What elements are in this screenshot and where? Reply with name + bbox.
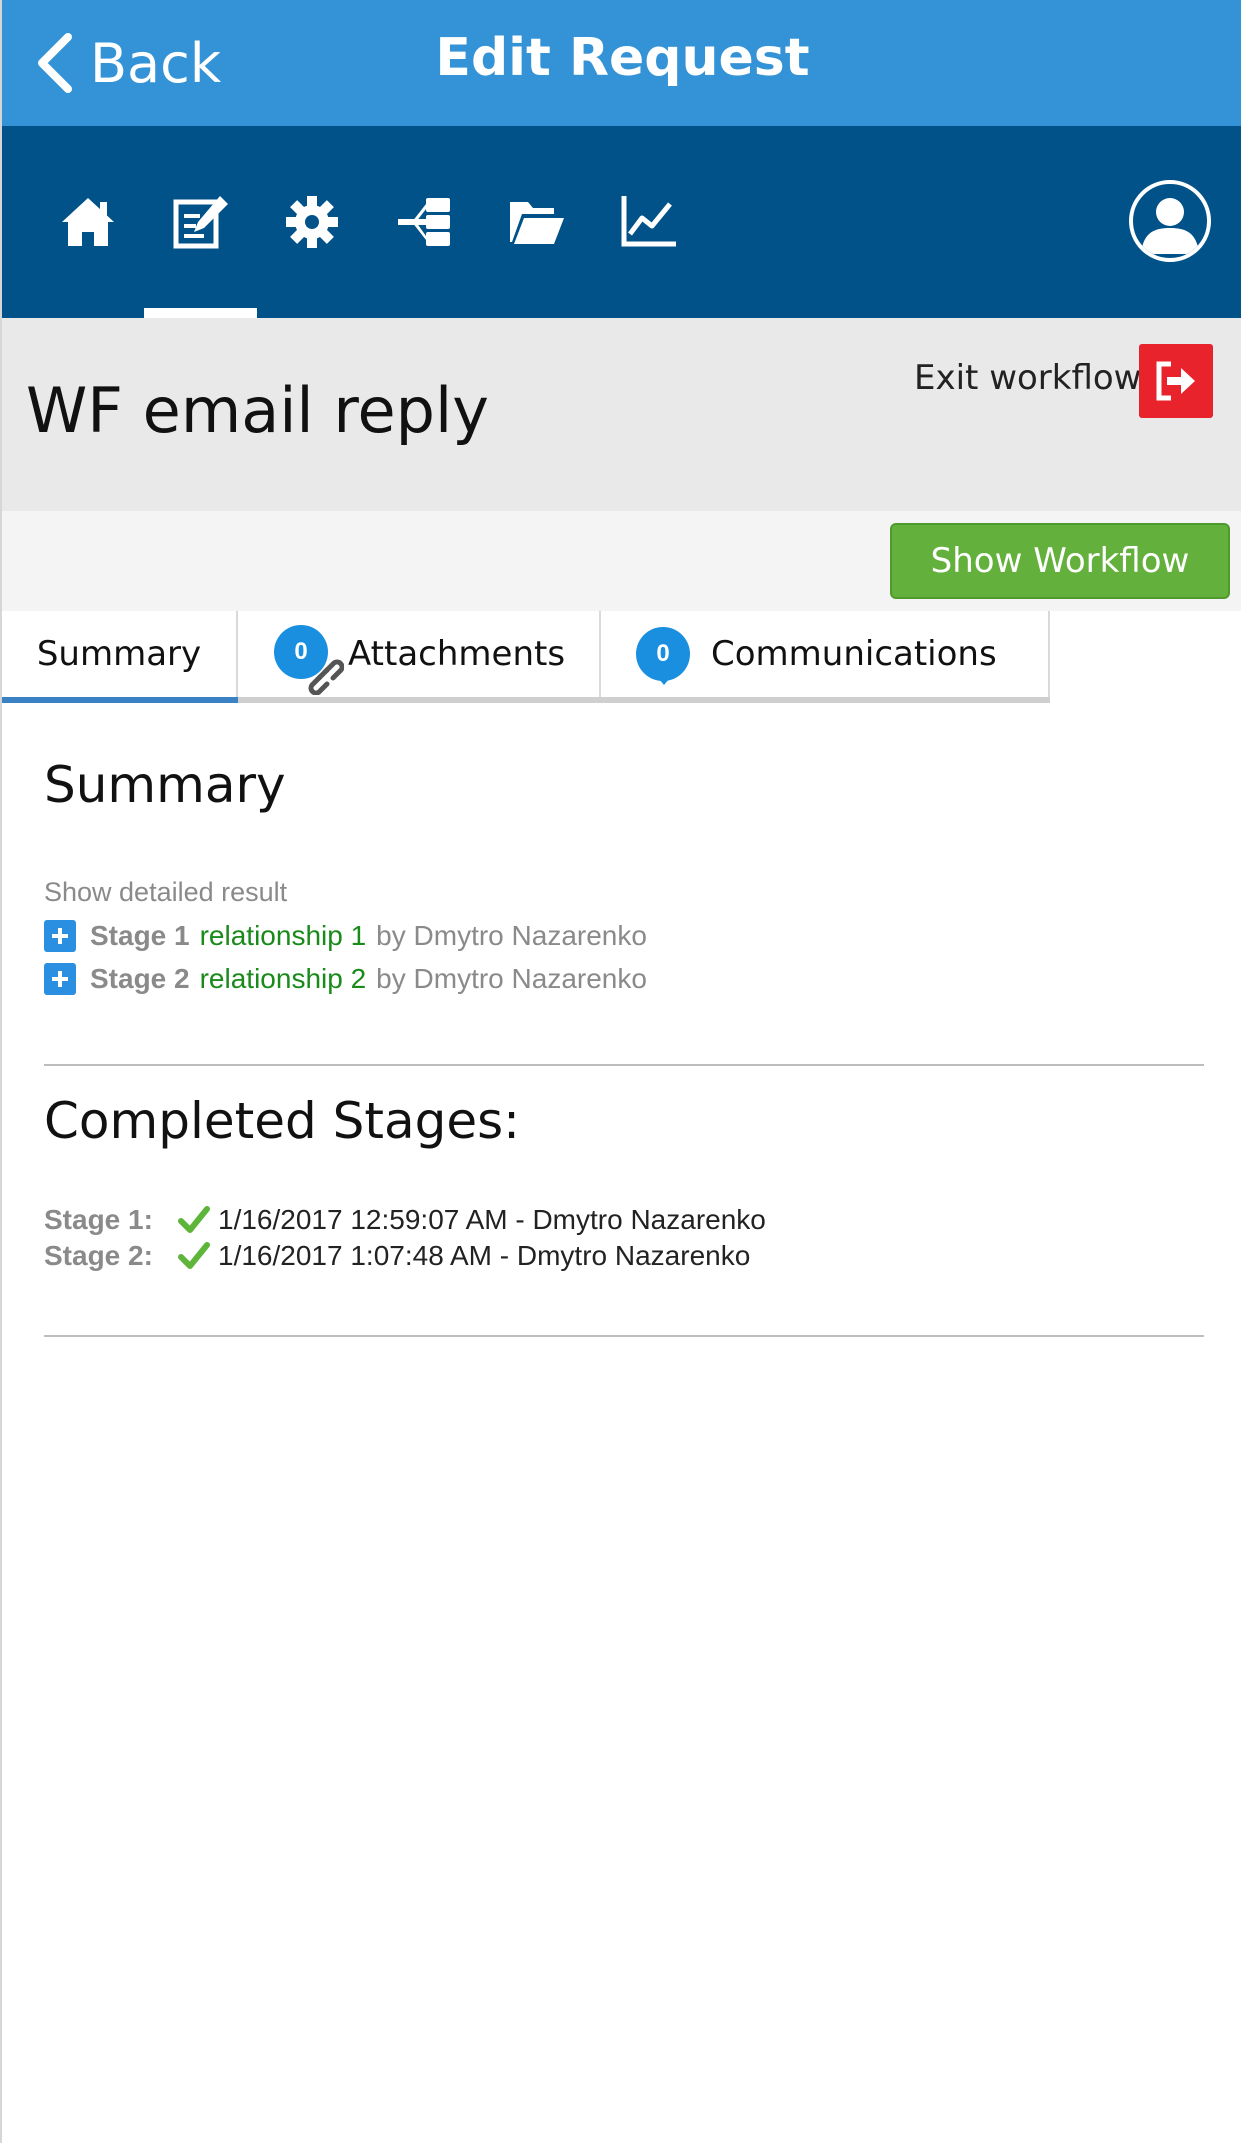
page-title: WF email reply	[26, 374, 489, 447]
stage-name: Stage 2	[90, 963, 190, 994]
checkmark-icon	[178, 1242, 210, 1269]
workflow-toolbar: Show Workflow	[2, 511, 1241, 611]
sign-out-icon	[1156, 361, 1195, 401]
divider	[44, 1335, 1204, 1337]
completed-stage-row: Stage 1: 1/16/2017 12:59:07 AM - Dmytro …	[44, 1203, 766, 1237]
stage-name: Stage 1	[90, 920, 190, 951]
tab-attachments-label: Attachments	[348, 634, 566, 674]
edit-request-icon[interactable]	[170, 192, 230, 252]
stage-author: by Dmytro Nazarenko	[376, 920, 647, 951]
tab-summary-label: Summary	[36, 634, 202, 674]
completed-stages-heading: Completed Stages:	[44, 1092, 520, 1150]
workflow-icon[interactable]	[394, 192, 454, 252]
summary-stage-row: Stage 2 relationship 2 by Dmytro Nazaren…	[44, 961, 647, 997]
exit-workflow-label[interactable]: Exit workflow	[914, 358, 1142, 398]
tab-communications-label: Communications	[711, 634, 997, 674]
exit-workflow-button[interactable]	[1139, 344, 1213, 418]
stage-author: by Dmytro Nazarenko	[376, 963, 647, 994]
expand-plus-icon[interactable]	[44, 920, 76, 952]
settings-icon[interactable]	[282, 192, 342, 252]
app-screen: Back Edit Request WF email reply Exit wo…	[0, 0, 1241, 2143]
expand-plus-icon[interactable]	[44, 963, 76, 995]
completed-stage-label: Stage 2:	[44, 1240, 153, 1271]
tab-summary[interactable]: Summary	[2, 611, 238, 703]
show-detailed-result-link[interactable]: Show detailed result	[44, 877, 287, 908]
tab-active-indicator	[2, 697, 238, 703]
nav-active-indicator	[144, 308, 257, 318]
home-icon[interactable]	[58, 192, 118, 252]
speech-bubble-icon	[654, 673, 674, 685]
stage-relationship: relationship 2	[199, 963, 367, 994]
request-title-section: WF email reply Exit workflow	[2, 318, 1241, 511]
top-bar: Back Edit Request	[2, 0, 1241, 126]
page-header-title: Edit Request	[435, 28, 810, 88]
divider	[44, 1064, 1204, 1066]
summary-heading: Summary	[44, 756, 286, 814]
checkmark-icon	[178, 1206, 210, 1233]
completed-stage-text: 1/16/2017 1:07:48 AM - Dmytro Nazarenko	[218, 1240, 751, 1271]
summary-stage-row: Stage 1 relationship 1 by Dmytro Nazaren…	[44, 918, 647, 954]
completed-stage-row: Stage 2: 1/16/2017 1:07:48 AM - Dmytro N…	[44, 1239, 750, 1273]
nav-bar	[2, 126, 1241, 318]
link-icon	[308, 659, 344, 695]
stage-relationship: relationship 1	[199, 920, 367, 951]
completed-stage-text: 1/16/2017 12:59:07 AM - Dmytro Nazarenko	[218, 1204, 766, 1235]
chart-icon[interactable]	[618, 192, 678, 252]
show-workflow-button[interactable]: Show Workflow	[890, 523, 1230, 599]
tab-bar: Summary Attachments Communications	[2, 611, 1050, 703]
folder-icon[interactable]	[506, 192, 566, 252]
completed-stage-label: Stage 1:	[44, 1204, 153, 1235]
user-icon[interactable]	[1129, 180, 1211, 262]
